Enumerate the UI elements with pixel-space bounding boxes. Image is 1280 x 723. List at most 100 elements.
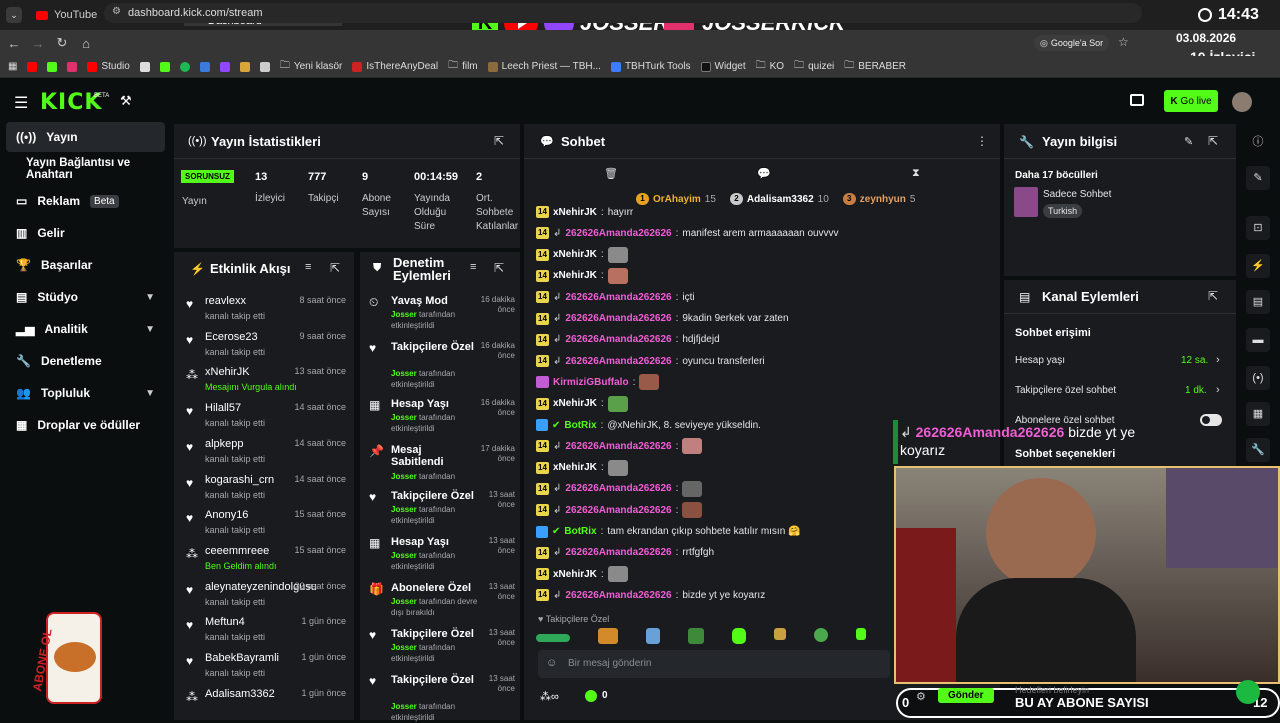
top-chatter-2[interactable]: 2 Adalisam3362 10 bbox=[729, 193, 829, 205]
activity-user[interactable]: Meftun4 bbox=[205, 616, 245, 628]
bookmark-studio[interactable]: Studio bbox=[87, 61, 130, 72]
mod-icon[interactable]: ⊡ bbox=[1246, 216, 1270, 240]
chat-username[interactable]: xNehirJK bbox=[553, 569, 597, 580]
activity-user[interactable]: reavlexx bbox=[205, 295, 246, 307]
sidebar-item-reklam[interactable]: ▭ Reklam Beta bbox=[6, 186, 165, 216]
chat-username[interactable]: xNehirJK bbox=[553, 398, 597, 409]
community-icon[interactable]: ⁂∞ bbox=[540, 690, 559, 703]
edit-icon[interactable]: ✎ bbox=[1246, 166, 1270, 190]
chat-message[interactable]: 14 ↲ 262626Amanda262626: rrtfgfgh bbox=[536, 544, 714, 562]
chevron-right-icon[interactable]: › bbox=[1216, 354, 1220, 366]
trash-icon[interactable]: 🗑 bbox=[604, 167, 618, 180]
emote[interactable] bbox=[732, 628, 746, 644]
sidebar-item-denetleme[interactable]: 🔧 Denetleme bbox=[6, 346, 165, 376]
go-live-button[interactable]: K Go live bbox=[1164, 90, 1218, 112]
activity-user[interactable]: BabekBayramli bbox=[205, 652, 279, 664]
chat-icon[interactable]: 💬 bbox=[757, 167, 771, 180]
subscribers-only-toggle[interactable] bbox=[1200, 414, 1222, 426]
settings-icon[interactable]: ⚙ bbox=[916, 690, 926, 703]
activity-item[interactable]: ♥ aleynateyzenindolgusu kanalı takip etti 2… bbox=[184, 581, 352, 615]
sidebar-item-yayin[interactable]: ((•)) Yayın bbox=[6, 122, 165, 152]
chat-message[interactable]: 14 xNehirJK: bbox=[536, 565, 628, 583]
chat-username[interactable]: xNehirJK bbox=[553, 270, 597, 281]
activity-item[interactable]: ⁂ Adalisam3362 1 gün önce bbox=[184, 688, 352, 722]
activity-item[interactable]: ⁂ ceeemmreee Ben Geldim alındı 15 saat önce bbox=[184, 545, 352, 579]
back-icon[interactable]: ← bbox=[2, 36, 26, 51]
emote[interactable] bbox=[688, 628, 704, 644]
sidebar-item-studyo[interactable]: ▤ Stüdyo ▼ bbox=[6, 282, 165, 312]
chat-username[interactable]: KirmiziGBuffalo bbox=[553, 377, 629, 388]
chat-username[interactable]: 262626Amanda262626 bbox=[565, 547, 671, 558]
chat-username[interactable]: BotRix bbox=[564, 420, 596, 431]
chat-username[interactable]: 262626Amanda262626 bbox=[565, 441, 671, 452]
top-chatter-1[interactable]: 1 OrAhayim 15 bbox=[636, 193, 716, 205]
chat-message[interactable]: 14 ↲ 262626Amanda262626: hdjfjdejd bbox=[536, 331, 720, 349]
activity-item[interactable]: ♥ reavlexx kanalı takip etti 8 saat önce bbox=[184, 295, 352, 329]
chat-emote[interactable] bbox=[607, 459, 628, 476]
bookmark-beraber[interactable]: 🗀 BERABER bbox=[844, 58, 906, 75]
bookmark-ko[interactable]: 🗀 KO bbox=[756, 58, 784, 75]
activity-item[interactable]: ♥ BabekBayramli kanalı takip etti 1 gün önc… bbox=[184, 652, 352, 686]
chat-username[interactable]: xNehirJK bbox=[553, 249, 597, 260]
activity-item[interactable]: ♥ Meftun4 kanalı takip etti 1 gün önce bbox=[184, 616, 352, 650]
info-icon[interactable]: ⓘ bbox=[1246, 130, 1270, 154]
activity-user[interactable]: ceeemmreee bbox=[205, 545, 269, 557]
activity-user[interactable]: alpkepp bbox=[205, 438, 244, 450]
chat-username[interactable]: 262626Amanda262626 bbox=[565, 228, 671, 239]
bookmark-star-icon[interactable]: ☆ bbox=[1118, 35, 1129, 49]
chat-message[interactable]: 14 xNehirJK: bbox=[536, 459, 628, 477]
filter-icon[interactable]: ≡ bbox=[305, 261, 311, 273]
activity-item[interactable]: ♥ alpkepp kanalı takip etti 14 saat önce bbox=[184, 438, 352, 472]
chat-message[interactable]: 14 ↲ 262626Amanda262626:9kadin 9erkek var … bbox=[536, 310, 789, 328]
mod-view-icon[interactable] bbox=[1130, 94, 1144, 106]
home-icon[interactable]: ⌂ bbox=[74, 36, 98, 51]
tab-list-icon[interactable]: ⌄ bbox=[6, 7, 22, 23]
url-field[interactable]: ⚙ dashboard.kick.com/stream bbox=[104, 3, 1142, 23]
chat-emote[interactable] bbox=[639, 374, 660, 391]
bookmark-misc[interactable] bbox=[239, 61, 250, 72]
popout-icon[interactable]: ⇱ bbox=[330, 261, 340, 275]
chat-username[interactable]: 262626Amanda262626 bbox=[565, 334, 671, 345]
chat-emote[interactable] bbox=[607, 267, 628, 284]
top-chatter-3[interactable]: 3 zeynhyun 5 bbox=[842, 193, 915, 205]
emote[interactable] bbox=[774, 628, 786, 640]
popout-icon[interactable]: ⇱ bbox=[494, 134, 504, 148]
bookmark-widget[interactable]: Widget bbox=[700, 61, 746, 72]
sidebar-item-stream-key[interactable]: Yayın Bağlantısı ve Anahtarı bbox=[6, 154, 165, 184]
chat-message[interactable]: 14 ↲ 262626Amanda262626: bbox=[536, 501, 703, 519]
emoji-icon[interactable]: ☺ bbox=[546, 657, 557, 669]
chat-emote[interactable] bbox=[607, 395, 628, 412]
edit-icon[interactable]: ✎ bbox=[1184, 135, 1193, 148]
chat-message[interactable]: 14 xNehirJK: bbox=[536, 267, 628, 285]
bookmark-instagram[interactable] bbox=[67, 61, 78, 72]
popout-icon[interactable]: ⇱ bbox=[1208, 134, 1218, 148]
activity-user[interactable]: Ecerose23 bbox=[205, 331, 258, 343]
avatar[interactable] bbox=[1232, 92, 1252, 112]
bookmark-quizei[interactable]: 🗀 quizei bbox=[794, 58, 834, 75]
chat-message[interactable]: 14 ↲ 262626Amanda262626: içti bbox=[536, 288, 695, 306]
chat-username[interactable]: 262626Amanda262626 bbox=[565, 505, 671, 516]
activity-item[interactable]: ⁂ xNehirJK Mesajını Vurgula alındı 13 saat … bbox=[184, 366, 352, 400]
chat-username[interactable]: xNehirJK bbox=[553, 462, 597, 473]
bookmark-tiktok[interactable] bbox=[139, 61, 150, 72]
send-button[interactable]: Gönder bbox=[938, 688, 994, 703]
emote[interactable] bbox=[814, 628, 828, 642]
bookmark-folder[interactable]: 🗀 Yeni klasör bbox=[280, 58, 343, 75]
chat-icon[interactable]: ▬ bbox=[1246, 328, 1270, 352]
activity-user[interactable]: kogarashi_crn bbox=[205, 474, 274, 486]
chat-username[interactable]: xNehirJK bbox=[553, 207, 597, 218]
bookmark-kick-2[interactable] bbox=[159, 61, 170, 72]
chat-message[interactable]: 14 ↲ 262626Amanda262626: oyuncu transferler… bbox=[536, 352, 765, 370]
activity-user[interactable]: xNehirJK bbox=[205, 366, 250, 378]
chat-username[interactable]: 262626Amanda262626 bbox=[565, 590, 671, 601]
chat-emote[interactable] bbox=[682, 438, 703, 455]
activity-item[interactable]: ♥ kogarashi_crn kanalı takip etti 14 saat ö… bbox=[184, 474, 352, 508]
bookmark-spotify[interactable] bbox=[179, 61, 190, 72]
site-info-icon[interactable]: ⚙ bbox=[112, 6, 121, 17]
chat-username[interactable]: 262626Amanda262626 bbox=[565, 356, 671, 367]
hourglass-icon[interactable]: ⧗ bbox=[912, 167, 920, 180]
popout-icon[interactable]: ⇱ bbox=[494, 261, 504, 275]
sidebar-item-topluluk[interactable]: 👥 Topluluk ▼ bbox=[6, 378, 165, 408]
chat-message[interactable]: 14 xNehirJK: bbox=[536, 395, 628, 413]
chat-message[interactable]: 14 xNehirJK: hayırr bbox=[536, 203, 633, 221]
